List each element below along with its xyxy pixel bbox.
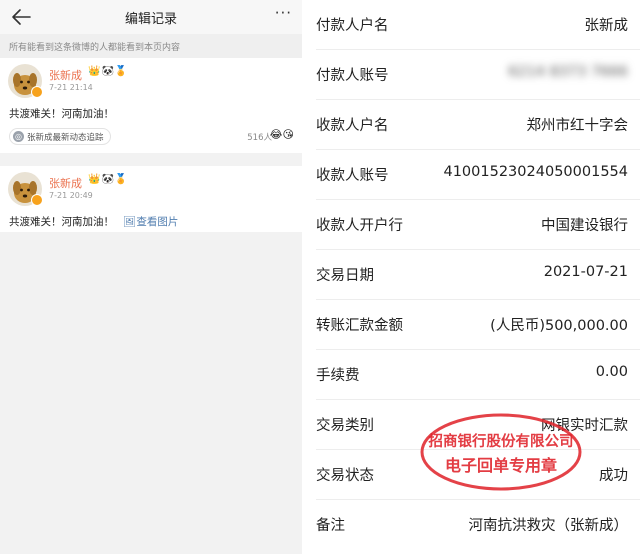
- fee-label: 手续费: [316, 368, 360, 384]
- receipt-row-remark: 备注 河南抗洪救灾（张新成）: [316, 500, 640, 550]
- reaction-count: 516人: [247, 133, 272, 143]
- post-text: 共渡难关！河南加油！: [9, 108, 114, 120]
- follow-tracking-button[interactable]: ◎ 张新成最新动态追踪: [9, 128, 111, 145]
- payer-name-value: 张新成: [584, 18, 629, 34]
- payer-account-label: 付款人账号: [316, 68, 389, 84]
- top-bar: 编辑记录 ···: [0, 0, 302, 34]
- receipt-row-payee-account: 收款人账号 41001523024050001554: [316, 150, 640, 200]
- username[interactable]: 张新成: [49, 175, 82, 191]
- transaction-date-value: 2021-07-21: [543, 264, 628, 280]
- weibo-edit-history-panel: 编辑记录 ··· 所有能看到这条微博的人都能看到本页内容 张新成 👑🐼🏅 7-2…: [0, 0, 302, 554]
- post-text: 共渡难关！河南加油！: [9, 216, 114, 228]
- image-icon: 🖼: [123, 216, 137, 228]
- verified-badge-icon: [31, 86, 43, 98]
- visibility-notice: 所有能看到这条微博的人都能看到本页内容: [0, 34, 302, 58]
- receipt-row-amount: 转账汇款金额 (人民币)500,000.00: [316, 300, 640, 350]
- payee-name-value: 郑州市红十字会: [526, 118, 629, 134]
- page-title: 编辑记录: [124, 12, 177, 27]
- transfer-amount-value: (人民币)500,000.00: [490, 318, 628, 334]
- edit-record-card: 张新成 👑🐼🏅 7-21 20:49 共渡难关！河南加油！ 🖼查看图片: [0, 166, 302, 232]
- transaction-status-value: 成功: [599, 468, 628, 484]
- post-time: 7-21 21:14: [49, 83, 93, 92]
- receipt-row-payer-name: 付款人户名 张新成: [316, 0, 640, 50]
- view-picture-label: 查看图片: [136, 216, 179, 228]
- receipt-row-payee-bank: 收款人开户行 中国建设银行: [316, 200, 640, 250]
- edit-record-card: 张新成 👑🐼🏅 7-21 21:14 共渡难关！河南加油！ ◎ 张新成最新动态追…: [0, 58, 302, 153]
- transaction-date-label: 交易日期: [316, 268, 374, 284]
- username[interactable]: 张新成: [49, 67, 82, 83]
- medal-icons: 👑🐼🏅: [88, 66, 129, 77]
- panel-divider: [302, 0, 310, 554]
- payee-bank-value: 中国建设银行: [541, 218, 628, 234]
- payer-name-label: 付款人户名: [316, 18, 389, 34]
- transaction-type-label: 交易类别: [316, 418, 374, 434]
- payee-name-label: 收款人户名: [316, 118, 389, 134]
- receipt-row-payee-name: 收款人户名 郑州市红十字会: [316, 100, 640, 150]
- receipt-row-payer-account: 付款人账号 6214 8373 7666: [316, 50, 640, 100]
- bank-transfer-receipt: 付款人户名 张新成 付款人账号 6214 8373 7666 收款人户名 郑州市…: [310, 0, 640, 554]
- more-options-icon[interactable]: ···: [275, 4, 292, 22]
- follow-tracking-label: 张新成最新动态追踪: [27, 132, 104, 143]
- receipt-row-fee: 手续费 0.00: [316, 350, 640, 400]
- transaction-type-value: 网银实时汇款: [541, 418, 628, 434]
- payee-bank-label: 收款人开户行: [316, 218, 403, 234]
- remark-value: 河南抗洪救灾（张新成）: [468, 518, 629, 534]
- receipt-row-type: 交易类别 网银实时汇款: [316, 400, 640, 450]
- tracking-icon: ◎: [13, 131, 24, 142]
- remark-label: 备注: [316, 518, 345, 534]
- payee-account-label: 收款人账号: [316, 168, 389, 184]
- post-time: 7-21 20:49: [49, 191, 93, 200]
- reaction-emoji-icon[interactable]: 😂😘: [270, 128, 294, 141]
- receipt-row-status: 交易状态 成功: [316, 450, 640, 500]
- fee-value: 0.00: [595, 364, 628, 380]
- receipt-row-date: 交易日期 2021-07-21: [316, 250, 640, 300]
- medal-icons: 👑🐼🏅: [88, 174, 129, 185]
- view-picture-link[interactable]: 🖼查看图片: [123, 214, 178, 229]
- transaction-status-label: 交易状态: [316, 468, 374, 484]
- payer-account-value: 6214 8373 7666: [508, 64, 628, 80]
- payee-account-value: 41001523024050001554: [443, 164, 628, 180]
- transfer-amount-label: 转账汇款金额: [316, 318, 403, 334]
- verified-badge-icon: [31, 194, 43, 206]
